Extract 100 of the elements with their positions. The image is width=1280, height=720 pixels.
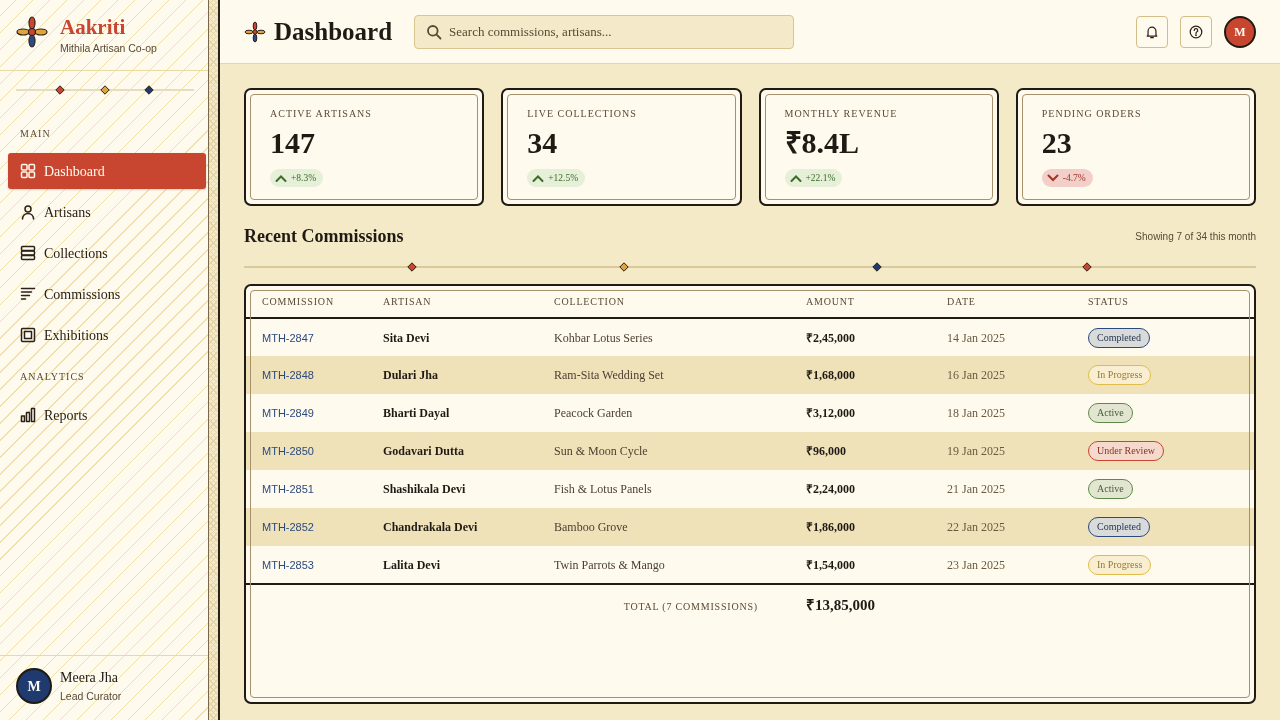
table-cell: Godavari Dutta	[367, 432, 538, 470]
lines-icon	[20, 286, 36, 302]
nav-item[interactable]: Commissions	[8, 276, 206, 312]
search-field[interactable]: Search commissions, artisans...	[414, 14, 795, 49]
stat-value: 34	[527, 125, 559, 161]
section-title: Recent Commissions	[244, 225, 404, 248]
table-cell: 14 Jan 2025	[931, 318, 1072, 356]
person-icon	[20, 204, 36, 220]
stat-label: ACTIVE ARTISANS	[270, 107, 373, 121]
frame-icon	[20, 327, 36, 343]
table-cell: ₹1,54,000	[790, 546, 931, 584]
help-icon	[1189, 24, 1203, 39]
commission-link[interactable]: MTH-2847	[262, 331, 314, 344]
table-cell: 23 Jan 2025	[931, 546, 1072, 584]
table-cell: Sun & Moon Cycle	[538, 432, 790, 470]
trend-value: +12.5%	[548, 171, 579, 185]
flower-logo-icon	[16, 16, 48, 48]
table-cell: Peacock Garden	[538, 394, 790, 432]
commission-link[interactable]: MTH-2851	[262, 483, 314, 495]
table-cell: ₹2,45,000	[790, 318, 931, 356]
column-header: ARTISAN	[367, 286, 538, 318]
table-cell: Shashikala Devi	[367, 470, 538, 508]
chevron-up-icon	[275, 173, 287, 183]
stat-label: MONTHLY REVENUE	[784, 107, 899, 121]
column-header: COLLECTION	[538, 286, 790, 318]
column-header: DATE	[931, 286, 1072, 318]
chevron-up-icon	[532, 173, 545, 183]
chevron-down-icon	[1046, 173, 1059, 183]
nav-item[interactable]: Exhibitions	[8, 317, 206, 353]
column-header: COMMISSION	[246, 286, 367, 318]
status-badge: Completed	[1088, 517, 1150, 537]
diamond-icon	[54, 85, 65, 95]
page-title: Dashboard	[274, 16, 393, 47]
nav-item[interactable]: Reports	[8, 397, 206, 433]
help-button[interactable]	[1180, 15, 1212, 48]
stat-value: 147	[270, 125, 316, 161]
stat-value: ₹8.4L	[784, 125, 860, 161]
user-avatar: M	[16, 668, 52, 704]
table-cell: Fish & Lotus Panels	[538, 470, 790, 508]
nav-section-label: MAIN	[19, 128, 52, 140]
diamond-icon	[1082, 262, 1092, 272]
commission-link[interactable]: MTH-2852	[262, 521, 314, 533]
summary-text: Showing 7 of 34 this month	[1135, 229, 1256, 244]
bar-chart-icon	[20, 407, 36, 423]
flower-icon	[244, 20, 266, 43]
table-cell: Dulari Jha	[367, 356, 538, 394]
table-cell: ₹96,000	[790, 432, 931, 470]
nav-section-label: ANALYTICS	[19, 371, 86, 383]
table-cell: Bharti Dayal	[367, 394, 538, 432]
table-cell: 21 Jan 2025	[931, 470, 1072, 508]
table-cell: ₹2,24,000	[790, 470, 931, 508]
table-cell: Kohbar Lotus Series	[538, 318, 790, 356]
diamond-icon	[407, 262, 417, 272]
search-icon	[426, 23, 443, 40]
table-cell: 16 Jan 2025	[931, 356, 1072, 394]
table-cell: 18 Jan 2025	[931, 394, 1072, 432]
status-badge: Completed	[1088, 327, 1150, 348]
stack-icon	[20, 245, 36, 261]
table-cell: 22 Jan 2025	[931, 508, 1072, 546]
table-cell: 19 Jan 2025	[931, 432, 1072, 470]
user-role: Lead Curator	[60, 689, 122, 703]
chevron-up-icon	[789, 173, 802, 183]
table-cell: Sita Devi	[367, 318, 538, 356]
grid-icon	[20, 163, 36, 179]
trend-value: -4.7%	[1062, 171, 1086, 185]
trend-value: +22.1%	[805, 171, 836, 185]
commission-link[interactable]: MTH-2850	[262, 445, 314, 457]
total-amount: ₹13,85,000	[806, 597, 875, 614]
nav-item[interactable]: Dashboard	[8, 153, 206, 189]
table-cell: Lalita Devi	[367, 546, 538, 584]
trend-value: +8.3%	[291, 171, 317, 185]
user-avatar[interactable]: M	[1224, 15, 1256, 48]
table-cell: ₹1,86,000	[790, 508, 931, 546]
table-cell: ₹1,68,000	[790, 356, 931, 394]
status-badge: Under Review	[1088, 441, 1165, 461]
brand-tagline: Mithila Artisan Co-op	[60, 41, 157, 55]
table-cell: ₹3,12,000	[790, 394, 931, 432]
status-badge: Active	[1088, 479, 1133, 499]
commission-link[interactable]: MTH-2849	[262, 407, 314, 419]
commission-link[interactable]: MTH-2853	[262, 558, 314, 571]
stat-value: 23	[1041, 125, 1073, 161]
user-name: Meera Jha	[60, 669, 119, 687]
status-badge: In Progress	[1088, 554, 1152, 575]
stat-label: PENDING ORDERS	[1041, 107, 1143, 121]
diamond-icon	[143, 85, 154, 95]
commission-link[interactable]: MTH-2848	[262, 369, 314, 381]
bell-icon	[1145, 24, 1159, 39]
nav-item[interactable]: Artisans	[8, 194, 206, 230]
status-badge: In Progress	[1088, 365, 1152, 385]
diamond-icon	[100, 85, 110, 95]
nav-item[interactable]: Collections	[8, 235, 206, 271]
total-label: TOTAL (7 COMMISSIONS)	[623, 600, 758, 612]
column-header: AMOUNT	[790, 286, 931, 318]
diamond-icon	[871, 262, 882, 272]
notifications-button[interactable]	[1136, 15, 1168, 48]
table-cell: Chandrakala Devi	[367, 508, 538, 546]
stat-label: LIVE COLLECTIONS	[527, 107, 638, 121]
table-cell: Ram-Sita Wedding Set	[538, 356, 790, 394]
column-header: STATUS	[1072, 286, 1254, 318]
table-cell: Twin Parrots & Mango	[538, 546, 790, 584]
